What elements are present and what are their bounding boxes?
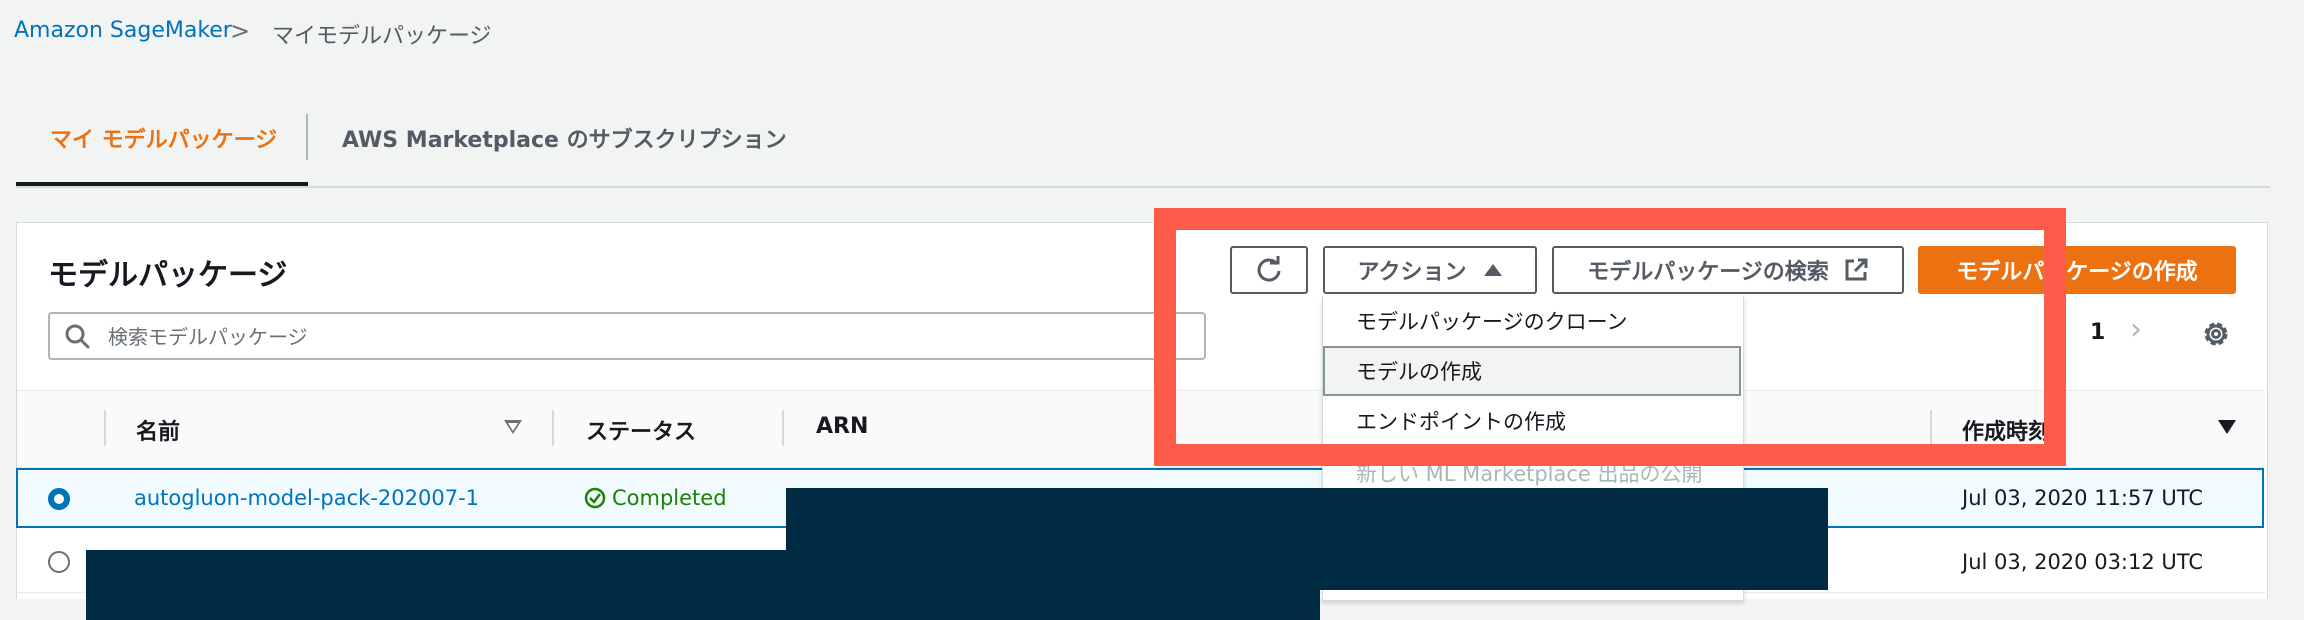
model-package-name-link[interactable]: autogluon-model-pack-202007-1 — [134, 486, 479, 510]
panel-title: モデルパッケージ — [48, 258, 288, 293]
creation-time: Jul 03, 2020 11:57 UTC — [1962, 486, 2204, 510]
column-divider — [552, 410, 554, 446]
tab-marketplace-subscriptions[interactable]: AWS Marketplace のサブスクリプション — [342, 122, 787, 154]
row-radio[interactable] — [48, 551, 70, 573]
breadcrumb-sagemaker-link[interactable]: Amazon SageMaker — [14, 18, 232, 43]
breadcrumb-current: マイモデルパッケージ — [272, 24, 492, 49]
search-input[interactable] — [106, 316, 1190, 358]
search-icon — [65, 324, 90, 349]
row-radio-selected[interactable] — [48, 488, 70, 510]
tabs-baseline — [16, 186, 2270, 188]
column-header-name[interactable]: 名前 — [136, 414, 180, 446]
pagination-current-page[interactable]: 1 — [2090, 320, 2105, 345]
column-header-arn[interactable]: ARN — [816, 414, 868, 439]
sort-descending-icon[interactable] — [2218, 420, 2236, 434]
tab-my-model-packages[interactable]: マイ モデルパッケージ — [50, 122, 277, 154]
gear-icon[interactable] — [2200, 318, 2232, 350]
check-circle-icon — [584, 487, 606, 509]
status-badge: Completed — [584, 486, 727, 510]
status-text: Completed — [612, 486, 727, 510]
tab-divider — [306, 114, 308, 160]
annotation-highlight-box — [1154, 208, 2066, 466]
breadcrumb-separator: > — [230, 17, 251, 45]
column-divider — [782, 410, 784, 446]
sort-icon[interactable] — [504, 420, 522, 434]
column-divider — [104, 410, 106, 446]
creation-time: Jul 03, 2020 03:12 UTC — [1962, 550, 2204, 574]
redacted-region — [86, 550, 1320, 620]
column-header-status[interactable]: ステータス — [586, 414, 696, 446]
chevron-right-icon[interactable]: › — [2130, 312, 2142, 347]
